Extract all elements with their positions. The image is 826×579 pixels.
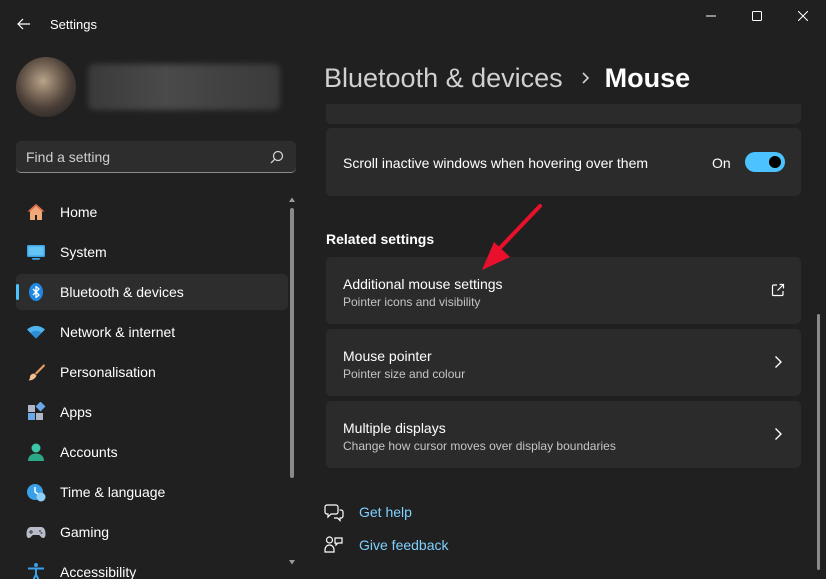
bluetooth-icon — [29, 283, 43, 301]
scroll-down-icon[interactable] — [288, 558, 296, 566]
sidebar-item-label: Network & internet — [60, 324, 176, 340]
breadcrumb: Bluetooth & devices Mouse — [324, 58, 690, 98]
scroll-up-icon[interactable] — [288, 196, 296, 204]
content-scrollbar-thumb[interactable] — [817, 314, 820, 570]
home-icon — [27, 204, 45, 220]
time-language-icon — [27, 484, 46, 502]
apps-icon — [28, 402, 46, 420]
network-icon — [27, 325, 45, 339]
accounts-icon — [28, 443, 44, 461]
external-link-icon — [771, 283, 785, 297]
maximize-button[interactable] — [734, 0, 780, 32]
sidebar-item-time-language[interactable]: Time & language — [16, 474, 288, 510]
sidebar-item-network[interactable]: Network & internet — [16, 314, 288, 350]
sidebar-scrollbar[interactable] — [286, 194, 298, 568]
scroll-inactive-windows-card: Scroll inactive windows when hovering ov… — [326, 128, 801, 196]
give-feedback-label: Give feedback — [359, 537, 449, 553]
sidebar-nav: Home System Bluetooth & devices Network … — [16, 194, 288, 579]
sidebar-item-gaming[interactable]: Gaming — [16, 514, 288, 550]
sidebar-item-label: Bluetooth & devices — [60, 284, 184, 300]
sidebar-item-apps[interactable]: Apps — [16, 394, 288, 430]
accessibility-icon — [28, 563, 44, 579]
sidebar-item-accounts[interactable]: Accounts — [16, 434, 288, 470]
card-title: Multiple displays — [343, 420, 446, 436]
search-box[interactable] — [16, 141, 296, 173]
card-subtitle: Pointer icons and visibility — [343, 295, 481, 309]
selection-indicator — [16, 284, 19, 300]
sidebar-scrollbar-thumb[interactable] — [290, 208, 294, 478]
maximize-icon — [752, 11, 762, 21]
breadcrumb-parent-link[interactable]: Bluetooth & devices — [324, 63, 563, 94]
mouse-pointer-card[interactable]: Mouse pointer Pointer size and colour — [326, 329, 801, 396]
back-arrow-icon — [17, 18, 30, 30]
back-button[interactable] — [10, 10, 38, 38]
related-settings-heading: Related settings — [326, 231, 435, 247]
gaming-icon — [26, 527, 46, 538]
sidebar-item-home[interactable]: Home — [16, 194, 288, 230]
page-title: Mouse — [604, 62, 691, 93]
close-button[interactable] — [780, 0, 826, 32]
minimize-icon — [706, 15, 716, 17]
sidebar-item-personalisation[interactable]: Personalisation — [16, 354, 288, 390]
sidebar-item-label: Accounts — [60, 444, 118, 460]
scroll-inactive-windows-toggle[interactable] — [745, 152, 785, 172]
brush-icon — [28, 364, 45, 381]
sidebar-item-label: System — [60, 244, 107, 260]
toggle-knob — [769, 156, 781, 168]
card-subtitle: Pointer size and colour — [343, 367, 466, 381]
profile-name-redacted — [88, 64, 280, 110]
card-subtitle: Change how cursor moves over display bou… — [343, 439, 616, 453]
app-title: Settings — [50, 17, 97, 32]
sidebar-item-bluetooth-devices[interactable]: Bluetooth & devices — [16, 274, 288, 310]
sidebar-item-label: Apps — [60, 404, 92, 420]
settings-card-partial[interactable] — [326, 104, 801, 124]
sidebar-item-accessibility[interactable]: Accessibility — [16, 554, 288, 579]
title-bar: Settings — [0, 0, 826, 48]
close-icon — [798, 11, 808, 21]
toggle-state-label: On — [712, 155, 731, 171]
get-help-link[interactable]: Get help — [324, 500, 412, 524]
sidebar-item-system[interactable]: System — [16, 234, 288, 270]
search-input[interactable] — [26, 141, 266, 172]
get-help-label: Get help — [359, 504, 412, 520]
scroll-inactive-windows-label: Scroll inactive windows when hovering ov… — [343, 155, 649, 171]
chevron-right-icon — [582, 72, 589, 84]
search-icon[interactable] — [270, 150, 284, 164]
sidebar-item-label: Gaming — [60, 524, 110, 540]
chevron-right-icon — [775, 356, 782, 368]
sidebar-item-label: Time & language — [60, 484, 166, 500]
help-icon — [324, 504, 344, 522]
chevron-right-icon — [775, 428, 782, 440]
system-icon — [27, 245, 45, 260]
additional-mouse-settings-card[interactable]: Additional mouse settings Pointer icons … — [326, 257, 801, 324]
avatar[interactable] — [16, 57, 76, 117]
give-feedback-link[interactable]: Give feedback — [324, 533, 449, 557]
content-scrollbar[interactable] — [814, 104, 824, 574]
card-title: Mouse pointer — [343, 348, 432, 364]
multiple-displays-card[interactable]: Multiple displays Change how cursor move… — [326, 401, 801, 468]
annotation-arrow-icon — [482, 204, 542, 270]
sidebar-item-label: Personalisation — [60, 364, 156, 380]
minimize-button[interactable] — [688, 0, 734, 32]
sidebar-item-label: Accessibility — [60, 564, 137, 579]
sidebar-item-label: Home — [60, 204, 98, 220]
feedback-icon — [324, 536, 343, 553]
